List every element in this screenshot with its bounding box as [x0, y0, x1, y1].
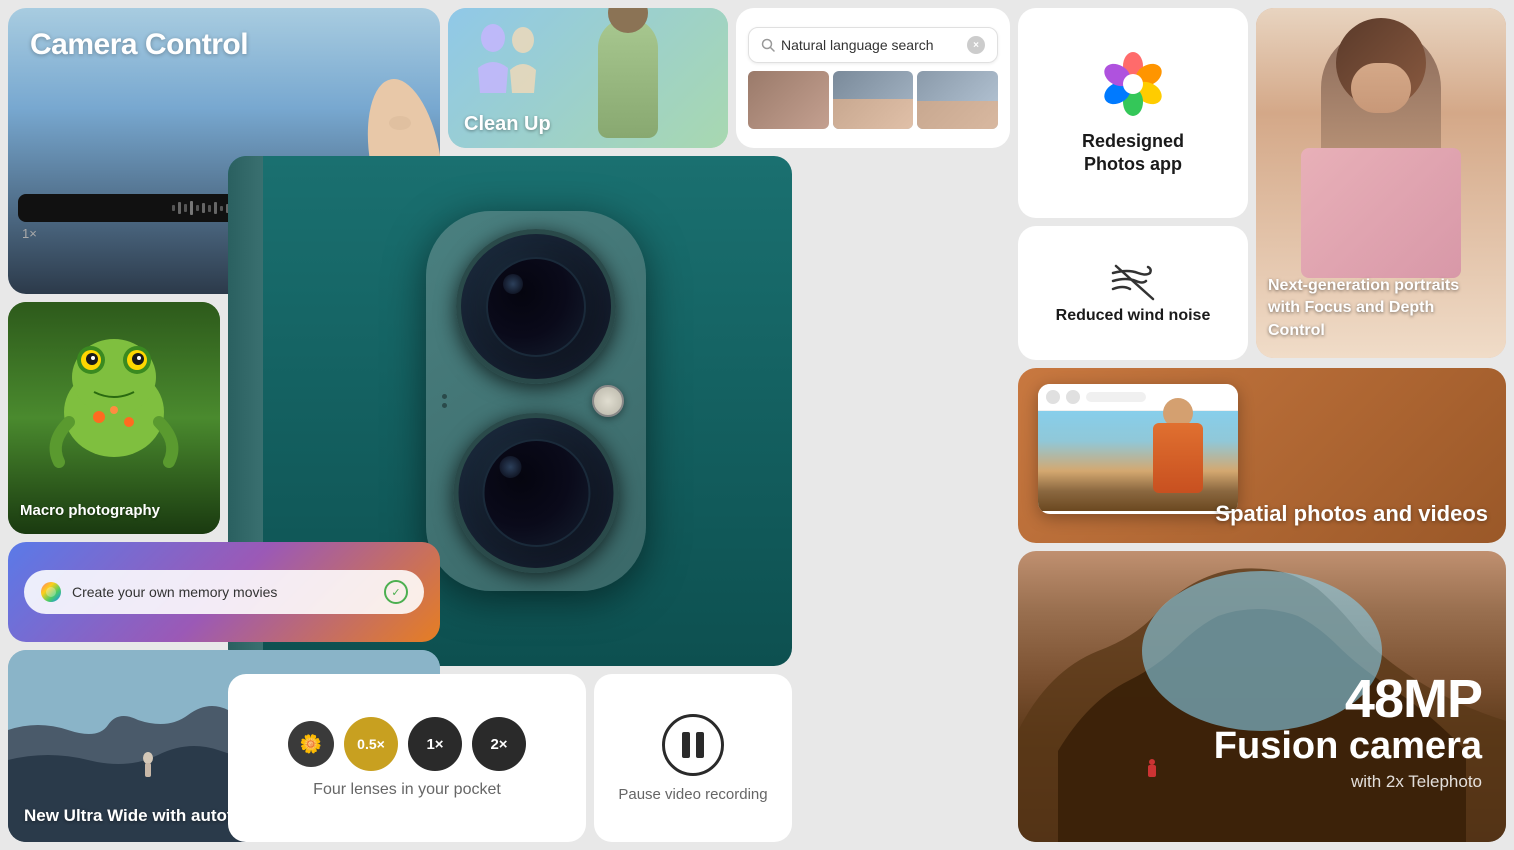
spatial-preview	[1038, 384, 1238, 514]
macro-tile: Macro photography	[8, 302, 220, 534]
portraits-label: Next-generation portraits with Focus and…	[1268, 275, 1494, 342]
search-input-value: Natural language search	[781, 37, 967, 53]
wind-noise-tile: Reduced wind noise	[1018, 226, 1248, 360]
fusion-mp: 48MP	[1214, 672, 1482, 726]
search-icon	[761, 38, 775, 52]
photo-thumb-2	[833, 71, 914, 129]
fusion-tile: 48MP Fusion camera with 2x Telephoto	[1018, 551, 1506, 842]
photos-app-title: Redesigned Photos app	[1082, 130, 1184, 177]
photos-app-icon	[1099, 50, 1167, 118]
main-container: Camera Control	[0, 0, 1514, 850]
portraits-tile: Next-generation portraits with Focus and…	[1256, 8, 1506, 358]
frog-illustration	[39, 322, 189, 472]
pause-tile: Pause video recording	[594, 674, 792, 842]
siri-icon	[40, 581, 62, 603]
tiny-figure	[1148, 759, 1156, 777]
clean-up-tile: Clean Up	[448, 8, 728, 148]
macro-lens-button[interactable]: 🌼	[288, 721, 334, 767]
memory-confirm-button[interactable]: ✓	[384, 580, 408, 604]
fusion-name: Fusion camera	[1214, 726, 1482, 768]
wind-noise-label: Reduced wind noise	[1056, 307, 1211, 325]
search-bar[interactable]: Natural language search ×	[748, 27, 998, 63]
clean-up-label: Clean Up	[464, 113, 551, 136]
clean-up-people-icon	[468, 18, 548, 98]
lenses-label: Four lenses in your pocket	[313, 781, 501, 799]
fusion-sub: with 2x Telephoto	[1214, 772, 1482, 792]
photos-app-tile: Redesigned Photos app	[1018, 8, 1248, 218]
half-x-button[interactable]: 0.5×	[344, 717, 398, 771]
memory-input-bar[interactable]: Create your own memory movies ✓	[24, 570, 424, 614]
camera-control-title: Camera Control	[30, 28, 248, 62]
photo-thumb-3	[917, 71, 998, 129]
spatial-tile: Spatial photos and videos	[1018, 368, 1506, 543]
photo-thumbnails	[748, 71, 998, 129]
memory-tile: Create your own memory movies ✓	[8, 542, 440, 642]
memory-input-text: Create your own memory movies	[72, 584, 384, 600]
wind-noise-icon	[1108, 261, 1158, 301]
spatial-label: Spatial photos and videos	[1215, 501, 1488, 527]
fusion-text: 48MP Fusion camera with 2x Telephoto	[1214, 672, 1482, 792]
pause-label: Pause video recording	[618, 786, 767, 803]
search-clear-button[interactable]: ×	[967, 36, 985, 54]
macro-label: Macro photography	[20, 501, 160, 521]
one-x-button[interactable]: 1×	[408, 717, 462, 771]
search-tile: Natural language search ×	[736, 8, 1010, 148]
lens-buttons-row: 🌼 0.5× 1× 2×	[288, 717, 526, 771]
photo-thumb-1	[748, 71, 829, 129]
two-x-button[interactable]: 2×	[472, 717, 526, 771]
lenses-tile: 🌼 0.5× 1× 2× Four lenses in your pocket	[228, 674, 586, 842]
pause-button[interactable]	[662, 714, 724, 776]
